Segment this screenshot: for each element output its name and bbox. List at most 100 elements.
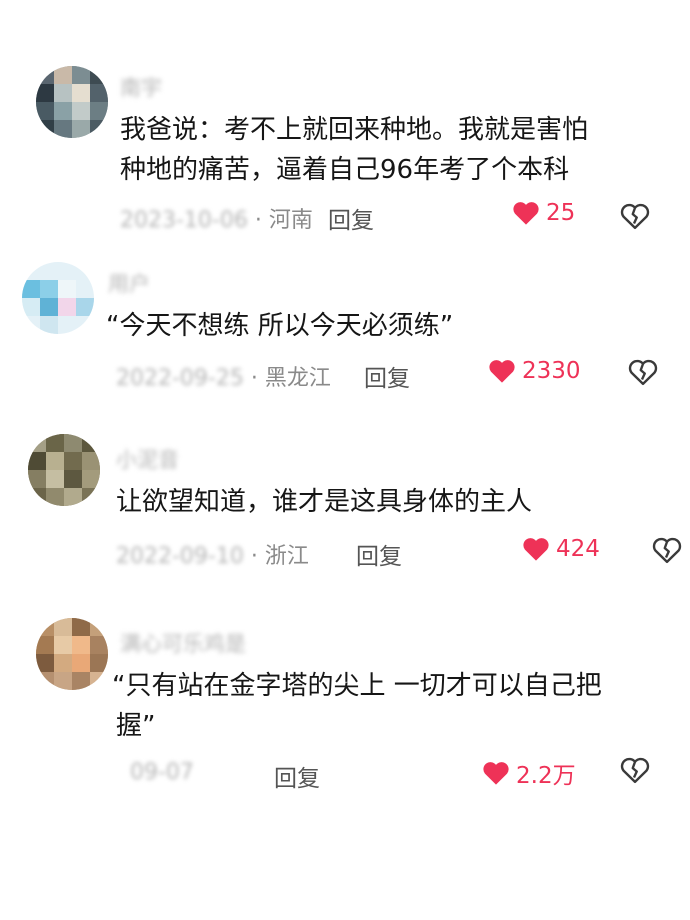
username[interactable]: 满心可乐鸡是 [120, 628, 246, 658]
avatar-pixel [90, 66, 108, 84]
avatar-pixel [54, 672, 72, 690]
comment-text-line: 种地的痛苦，逼着自己96年考了个本科 [120, 155, 570, 185]
avatar-pixel [64, 470, 82, 488]
avatar-pixel [36, 84, 54, 102]
avatar-pixel [28, 488, 46, 506]
like-count: 424 [556, 536, 600, 562]
reply-button[interactable]: 回复 [328, 201, 374, 235]
avatar-pixel [36, 654, 54, 672]
avatar-pixel [54, 120, 72, 138]
like-button[interactable]: 424 [522, 536, 600, 562]
avatar-pixel [72, 66, 90, 84]
avatar-pixel [58, 280, 76, 298]
avatar-pixel [82, 470, 100, 488]
comment-text-line: 握” [116, 711, 156, 741]
comment-location: · 河南 [254, 208, 313, 233]
avatar-pixel [90, 102, 108, 120]
avatar-pixel [72, 120, 90, 138]
reply-button[interactable]: 回复 [364, 359, 410, 393]
avatar-pixel [72, 654, 90, 672]
avatar-pixel [36, 618, 54, 636]
avatar[interactable] [36, 66, 108, 138]
avatar-pixel [64, 452, 82, 470]
avatar-pixel [54, 66, 72, 84]
avatar-pixel [64, 488, 82, 506]
avatar-pixel [46, 434, 64, 452]
like-count: 25 [546, 200, 576, 226]
avatar-pixel [90, 618, 108, 636]
avatar-pixel [54, 654, 72, 672]
avatar-pixel [22, 280, 40, 298]
avatar-pixel [72, 102, 90, 120]
avatar-pixel [72, 618, 90, 636]
avatar-pixel [72, 672, 90, 690]
avatar-pixel [22, 298, 40, 316]
comment-date: 2023-10-06 [120, 208, 248, 233]
avatar-pixel [76, 298, 94, 316]
comment-text-line: 我爸说：考不上就回来种地。我就是害怕 [120, 115, 589, 145]
avatar-pixel [46, 470, 64, 488]
comment-text-line: 让欲望知道，谁才是这具身体的主人 [116, 487, 533, 517]
avatar-pixel [54, 102, 72, 120]
broken-heart-icon[interactable] [652, 536, 682, 564]
username[interactable]: 南宇 [120, 72, 162, 102]
avatar-pixel [90, 120, 108, 138]
like-count: 2330 [522, 358, 581, 384]
avatar-pixel [40, 280, 58, 298]
comment-location: · 浙江 [250, 544, 309, 569]
avatar-pixel [36, 672, 54, 690]
avatar[interactable] [22, 262, 94, 334]
avatar-pixel [90, 636, 108, 654]
comment-date: 2022-09-10 [116, 544, 244, 569]
comment-meta: 09-07 [130, 760, 194, 785]
heart-filled-icon [523, 538, 549, 561]
avatar-pixel [54, 618, 72, 636]
comment-meta: 2022-09-10 · 浙江 [116, 538, 309, 570]
avatar-pixel [36, 120, 54, 138]
avatar-pixel [82, 488, 100, 506]
avatar-pixel [46, 488, 64, 506]
broken-heart-icon[interactable] [620, 756, 650, 784]
avatar-pixel [64, 434, 82, 452]
comment-date: 2022-09-25 [116, 366, 244, 391]
username[interactable]: 小泥音 [116, 444, 179, 474]
avatar-pixel [40, 298, 58, 316]
comment-date: 09-07 [130, 760, 194, 785]
like-button[interactable]: 25 [512, 200, 575, 226]
like-button[interactable]: 2330 [488, 358, 581, 384]
comment-location: · 黑龙江 [250, 366, 331, 391]
heart-filled-icon [489, 360, 515, 383]
avatar-pixel [90, 672, 108, 690]
avatar-pixel [72, 636, 90, 654]
avatar-pixel [90, 84, 108, 102]
avatar-pixel [28, 452, 46, 470]
comment-text-line: “今天不想练 所以今天必须练” [106, 311, 454, 341]
avatar-pixel [82, 452, 100, 470]
avatar-pixel [28, 470, 46, 488]
reply-button[interactable]: 回复 [274, 759, 320, 793]
avatar-pixel [36, 636, 54, 654]
broken-heart-icon[interactable] [628, 358, 658, 386]
avatar-pixel [58, 298, 76, 316]
avatar[interactable] [36, 618, 108, 690]
comment-meta: 2023-10-06 · 河南 [120, 202, 313, 234]
avatar-pixel [54, 84, 72, 102]
avatar-pixel [46, 452, 64, 470]
heart-filled-icon [513, 202, 539, 225]
avatar-pixel [72, 84, 90, 102]
username[interactable]: 用户 [108, 268, 150, 298]
comment-meta: 2022-09-25 · 黑龙江 [116, 360, 331, 392]
heart-filled-icon [483, 762, 509, 785]
broken-heart-icon[interactable] [620, 202, 650, 230]
like-count: 2.2万 [516, 763, 576, 789]
avatar-pixel [82, 434, 100, 452]
avatar-pixel [54, 636, 72, 654]
reply-button[interactable]: 回复 [356, 537, 402, 571]
avatar-pixel [28, 434, 46, 452]
avatar-pixel [40, 316, 58, 334]
avatar-pixel [90, 654, 108, 672]
avatar-pixel [36, 102, 54, 120]
avatar[interactable] [28, 434, 100, 506]
like-button[interactable]: 2.2万 [482, 756, 576, 790]
avatar-pixel [36, 66, 54, 84]
